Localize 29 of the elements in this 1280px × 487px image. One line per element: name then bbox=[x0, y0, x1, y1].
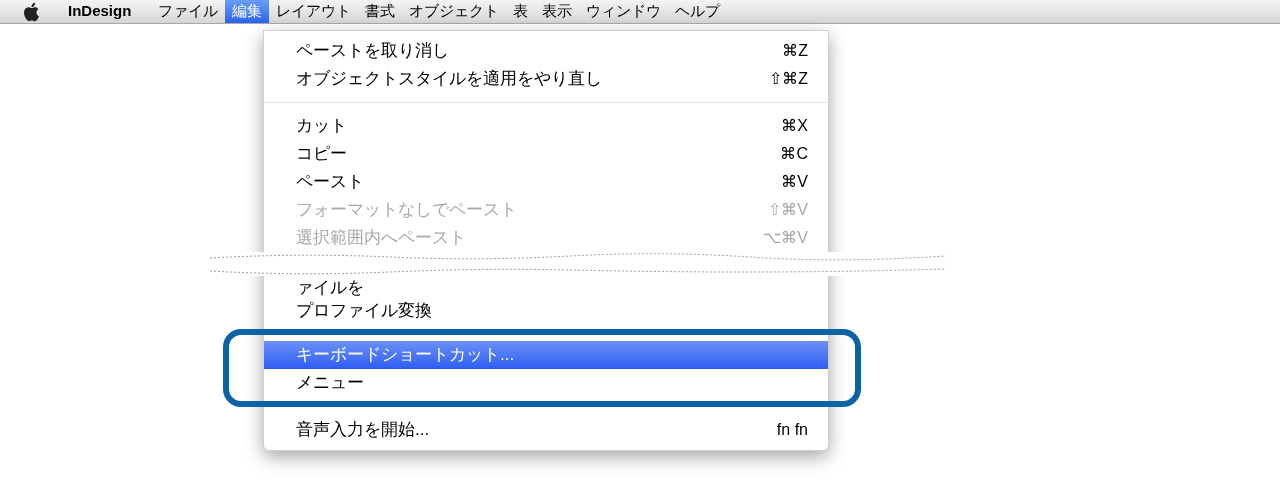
menu-item[interactable]: コピー ⌘C bbox=[264, 140, 828, 168]
menu-item[interactable]: オブジェクトスタイルを適用をやり直し ⇧⌘Z bbox=[264, 65, 828, 93]
menu-item[interactable]: キーボードショートカット... bbox=[264, 341, 828, 369]
menu-bar-item[interactable]: 表示 bbox=[535, 0, 580, 23]
shortcut-label: ⇧⌘Z bbox=[769, 69, 808, 89]
shortcut-label: ⌥⌘V bbox=[763, 228, 808, 248]
app-name-menu[interactable]: InDesign bbox=[68, 0, 132, 23]
menu-bar-item[interactable]: レイアウト bbox=[269, 0, 359, 23]
menu-bar-item[interactable]: 編集 bbox=[225, 0, 270, 23]
shortcut-label: ⌘V bbox=[781, 172, 808, 192]
shortcut-label: ⌘C bbox=[780, 144, 808, 164]
shortcut-label: ⌘X bbox=[781, 116, 808, 136]
menu-item[interactable]: プロファイル変換 bbox=[264, 299, 828, 322]
menu-item[interactable]: メニュー bbox=[264, 369, 828, 397]
menu-bar-item[interactable]: ウィンドウ bbox=[579, 0, 669, 23]
menu-bar-item[interactable]: 表 bbox=[506, 0, 536, 23]
menu-item[interactable]: 音声入力を開始... fn fn bbox=[264, 416, 828, 444]
menu-bar-item[interactable]: ヘルプ bbox=[668, 0, 728, 23]
shortcut-label: fn fn bbox=[776, 420, 808, 440]
menu-item[interactable]: ペーストを取り消し ⌘Z bbox=[264, 37, 828, 65]
menu-item[interactable]: カット ⌘X bbox=[264, 112, 828, 140]
menu-bar-item[interactable]: ファイル bbox=[151, 0, 226, 23]
menu-item[interactable]: ァイルを bbox=[264, 276, 828, 299]
shortcut-label: ⌘Z bbox=[782, 41, 808, 61]
menu-bar-item[interactable]: 書式 bbox=[358, 0, 403, 23]
menu-item[interactable]: ペースト ⌘V bbox=[264, 168, 828, 196]
menu-bar-item[interactable]: オブジェクト bbox=[402, 0, 507, 23]
apple-icon[interactable] bbox=[22, 1, 40, 22]
shortcut-label: ⇧⌘V bbox=[768, 200, 808, 220]
